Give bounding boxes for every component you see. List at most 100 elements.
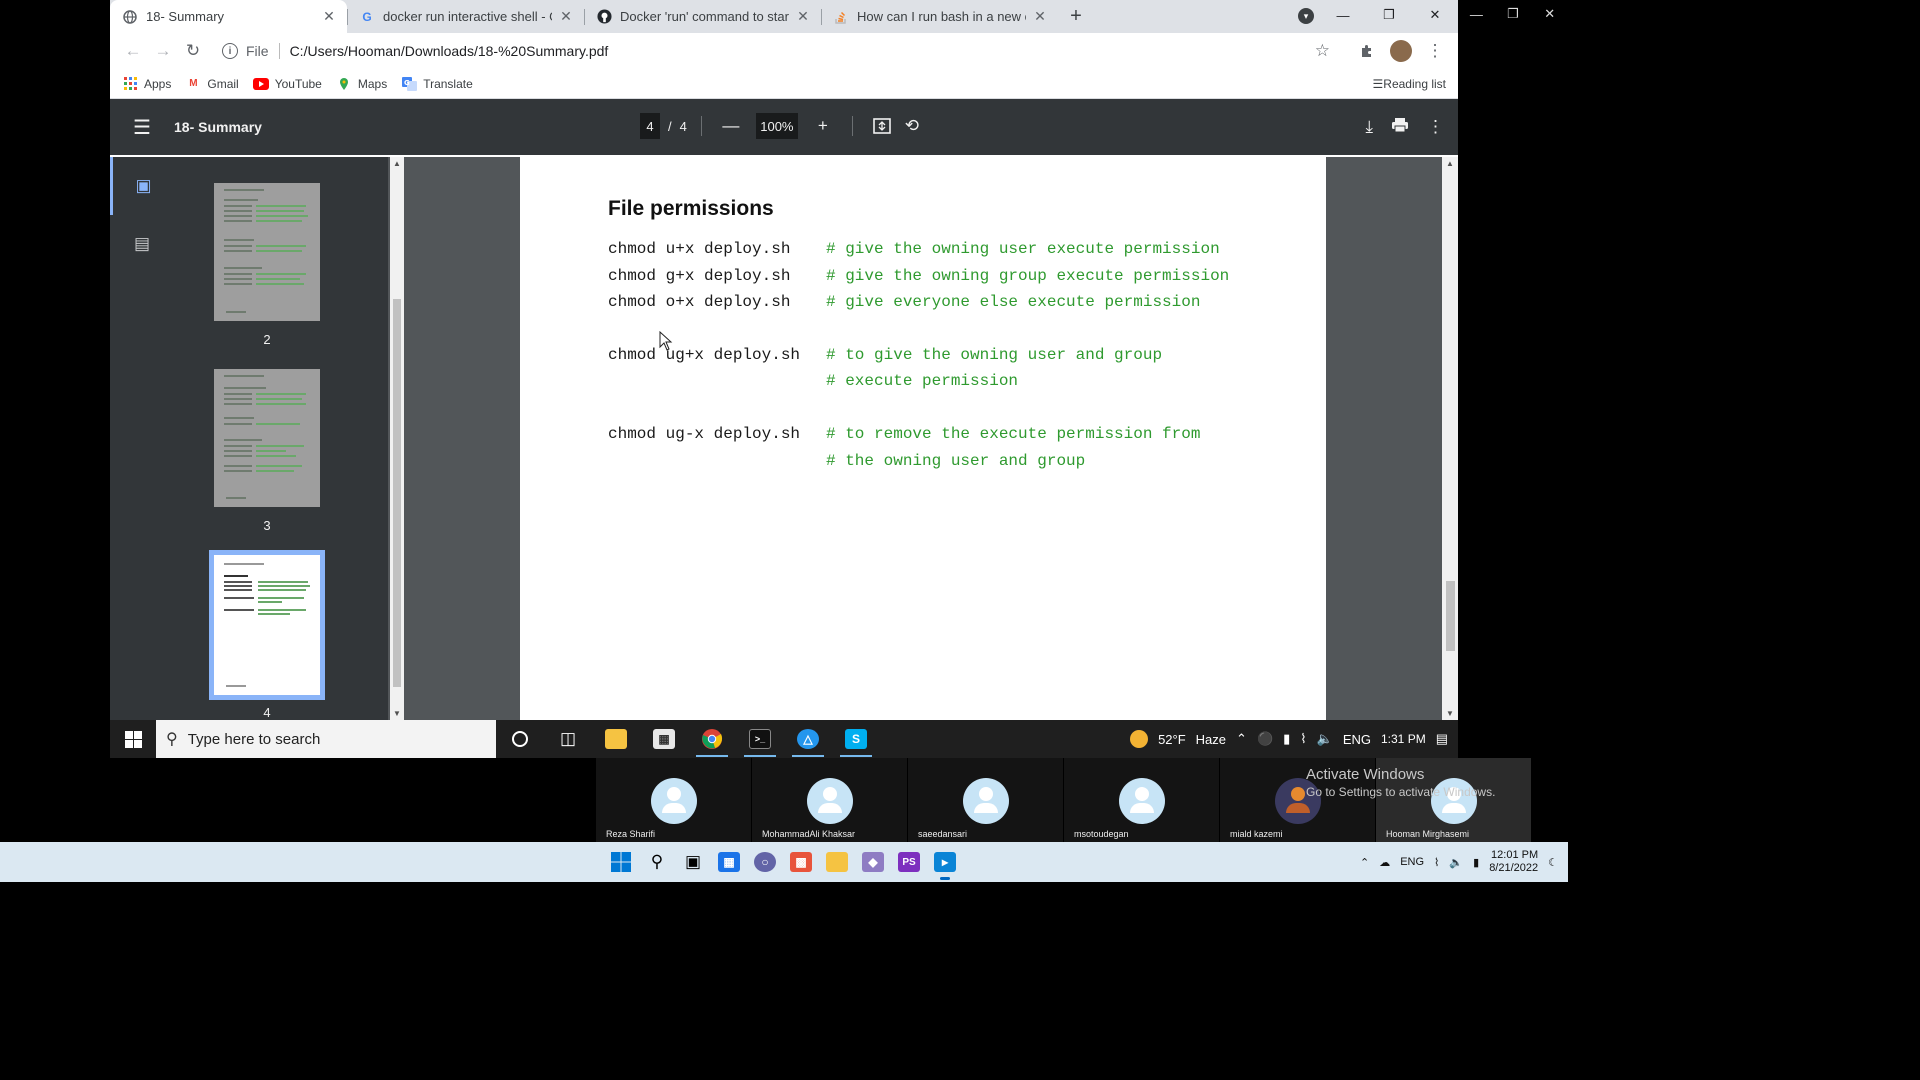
forward-icon[interactable]: → <box>148 36 178 66</box>
rotate-icon[interactable]: ⟲ <box>897 116 927 136</box>
battery-icon[interactable]: ▮ <box>1283 731 1290 747</box>
task-view-icon[interactable]: ▣ <box>678 842 708 882</box>
remote-desktop-icon[interactable]: ▸ <box>930 842 960 882</box>
print-icon[interactable] <box>1391 117 1409 138</box>
fit-page-icon[interactable] <box>867 118 897 134</box>
zoom-in-icon[interactable]: + <box>808 116 838 136</box>
page-thumbnail-4[interactable] <box>209 550 325 700</box>
notifications-icon[interactable]: ☾ <box>1548 856 1558 869</box>
chrome-menu-icon[interactable]: ⋮ <box>1420 36 1450 66</box>
google-icon: G <box>362 9 372 24</box>
close-window-icon[interactable]: ✕ <box>1412 0 1458 30</box>
file-explorer-icon[interactable] <box>592 720 640 758</box>
address-bar[interactable]: i File C:/Users/Hooman/Downloads/18-%20S… <box>212 36 1340 66</box>
bookmark-gmail[interactable]: M Gmail <box>185 77 239 91</box>
host-minimize-icon[interactable]: — <box>1458 0 1495 28</box>
restore-icon[interactable]: ❐ <box>1366 0 1412 30</box>
office-icon[interactable]: ▩ <box>786 842 816 882</box>
info-icon[interactable]: i <box>222 43 238 59</box>
profile-avatar[interactable] <box>1390 40 1412 62</box>
bookmark-maps[interactable]: Maps <box>336 77 387 91</box>
host-clock[interactable]: 12:01 PM 8/21/2022 <box>1489 849 1538 875</box>
chrome-taskbar-icon[interactable] <box>688 720 736 758</box>
task-view-icon[interactable]: ◫ <box>544 720 592 758</box>
maps-icon <box>336 77 352 91</box>
pdf-right-actions: ⤓ ⋮ <box>1365 117 1444 138</box>
windows-start-icon[interactable] <box>606 842 636 882</box>
page-thumbnail-2[interactable] <box>214 183 320 321</box>
page-number-input[interactable]: 4 <box>640 113 660 139</box>
new-tab-button[interactable]: + <box>1058 0 1094 33</box>
document-scrollbar[interactable]: ▲ ▼ <box>1442 157 1458 720</box>
page-thumbnail-3[interactable] <box>214 369 320 507</box>
windows-start-icon[interactable] <box>110 730 156 748</box>
bookmark-translate[interactable]: G Translate <box>401 76 473 91</box>
reading-list-label: Reading list <box>1383 76 1446 91</box>
thumbnail-label: 2 <box>263 332 271 347</box>
skype-icon[interactable]: S <box>832 720 880 758</box>
document-scroll-thumb[interactable] <box>1446 581 1455 651</box>
back-icon[interactable]: ← <box>118 36 148 66</box>
tray-chevron-icon[interactable]: ⌃ <box>1236 731 1247 747</box>
avatar <box>963 778 1009 824</box>
extensions-icon[interactable] <box>1352 36 1382 66</box>
tab-search-icon[interactable]: ▾ <box>1298 8 1314 24</box>
teams-chat-icon[interactable]: ○ <box>750 842 780 882</box>
page-heading: File permissions <box>608 197 774 220</box>
tray-chevron-icon[interactable]: ⌃ <box>1360 856 1369 869</box>
store-icon[interactable]: ▦ <box>640 720 688 758</box>
tab-github[interactable]: Docker 'run' command to start an ✕ <box>584 0 821 33</box>
zoom-out-icon[interactable]: — <box>716 116 746 136</box>
notifications-icon[interactable]: ▤ <box>1436 731 1448 747</box>
terminal-icon[interactable]: >_ <box>736 720 784 758</box>
app-store-icon[interactable]: ◆ <box>858 842 888 882</box>
phpstorm-icon[interactable]: PS <box>894 842 924 882</box>
page-separator: / <box>668 118 672 134</box>
pdf-menu-icon[interactable]: ☰ <box>110 115 174 140</box>
participant-tile[interactable]: saeedansari <box>908 758 1064 842</box>
close-icon[interactable]: ✕ <box>1032 8 1048 25</box>
bookmark-youtube[interactable]: YouTube <box>252 77 322 91</box>
search-placeholder: Type here to search <box>187 730 321 748</box>
widgets-icon[interactable]: ▦ <box>714 842 744 882</box>
bookmark-apps[interactable]: Apps <box>122 77 171 91</box>
tab-stackoverflow[interactable]: How can I run bash in a new cont ✕ <box>821 0 1058 33</box>
close-icon[interactable]: ✕ <box>795 8 811 25</box>
microphone-icon[interactable]: ⚫ <box>1257 731 1273 747</box>
docker-icon[interactable]: △ <box>784 720 832 758</box>
sidebar-scroll-thumb[interactable] <box>393 299 401 687</box>
reload-icon[interactable]: ↻ <box>178 36 208 66</box>
language-indicator[interactable]: ENG <box>1343 732 1371 747</box>
language-indicator[interactable]: ENG <box>1400 856 1424 868</box>
search-icon[interactable]: ⚲ <box>642 842 672 882</box>
reading-list-button[interactable]: ☰ Reading list <box>1373 77 1446 91</box>
participant-tile[interactable]: msotoudegan <box>1064 758 1220 842</box>
cortana-icon[interactable] <box>496 720 544 758</box>
host-close-icon[interactable]: ✕ <box>1531 0 1568 28</box>
host-restore-icon[interactable]: ❐ <box>1495 0 1532 28</box>
tab-google-search[interactable]: G docker run interactive shell - Goo ✕ <box>347 0 584 33</box>
tab-18-summary[interactable]: 18- Summary ✕ <box>110 0 347 33</box>
file-explorer-icon[interactable] <box>822 842 852 882</box>
minimize-icon[interactable]: — <box>1320 0 1366 30</box>
sidebar-scrollbar[interactable]: ▲ ▼ <box>390 157 404 720</box>
participant-tile[interactable]: MohammadAli Khaksar <box>752 758 908 842</box>
onedrive-icon[interactable]: ☁ <box>1379 856 1390 869</box>
taskbar-clock[interactable]: 1:31 PM <box>1381 732 1426 746</box>
wifi-icon[interactable]: ⌇ <box>1300 731 1306 747</box>
more-options-icon[interactable]: ⋮ <box>1427 117 1444 138</box>
close-icon[interactable]: ✕ <box>321 8 337 25</box>
wifi-icon[interactable]: ⌇ <box>1434 856 1439 869</box>
close-icon[interactable]: ✕ <box>558 8 574 25</box>
battery-icon[interactable]: ▮ <box>1473 856 1479 869</box>
volume-icon[interactable]: 🔈 <box>1317 731 1333 747</box>
zoom-input[interactable]: 100% <box>755 113 798 139</box>
volume-icon[interactable]: 🔈 <box>1449 856 1463 869</box>
taskbar-search-input[interactable]: ⚲ Type here to search <box>156 720 496 758</box>
participant-tile[interactable]: Reza Sharifi <box>596 758 752 842</box>
outline-view-icon[interactable]: ▤ <box>110 215 174 273</box>
bookmark-star-icon[interactable]: ☆ <box>1315 41 1330 61</box>
download-icon[interactable]: ⤓ <box>1365 117 1373 138</box>
system-tray: 52°F Haze ⌃ ⚫ ▮ ⌇ 🔈 ENG 1:31 PM ▤ <box>1130 730 1458 748</box>
thumbnails-view-icon[interactable]: ▣ <box>110 157 174 215</box>
